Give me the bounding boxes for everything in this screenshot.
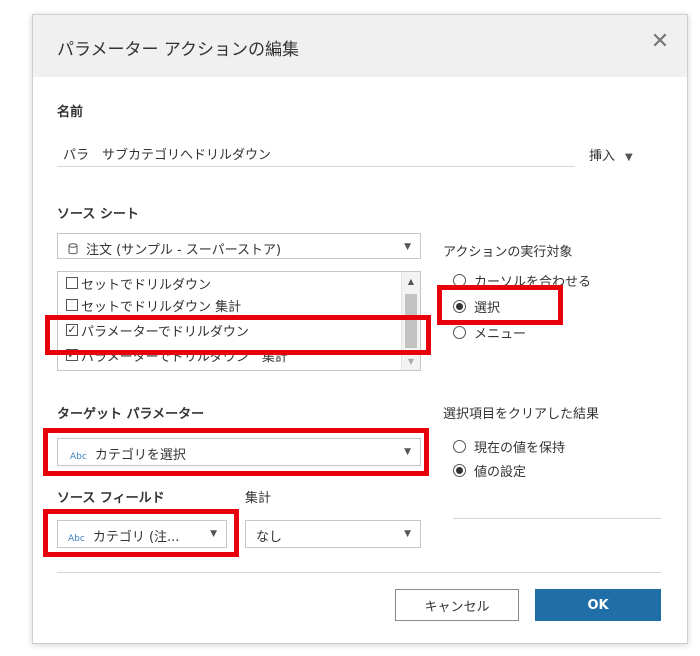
checkbox[interactable]	[66, 277, 78, 289]
divider	[453, 518, 661, 519]
cancel-button[interactable]: キャンセル	[395, 589, 519, 621]
radio-button[interactable]	[453, 440, 466, 453]
checkbox[interactable]	[66, 299, 78, 311]
radio-keep-current[interactable]: 現在の値を保持	[453, 437, 565, 456]
chevron-down-icon: ▼	[210, 529, 217, 539]
scroll-down-icon[interactable]: ▼	[402, 354, 420, 370]
target-parameter-select[interactable]: Abc カテゴリを選択 ▼	[57, 438, 421, 466]
source-sheet-list: セットでドリルダウン セットでドリルダウン 集計 ✓ パラメーターでドリルダウン…	[57, 271, 421, 371]
sheet-item[interactable]: セットでドリルダウン	[66, 273, 211, 293]
chevron-down-icon: ▼	[404, 447, 411, 457]
radio-button[interactable]	[453, 326, 466, 339]
source-field-select[interactable]: Abc カテゴリ (注... ▼	[57, 520, 227, 548]
source-sheets-label: ソース シート	[57, 207, 139, 222]
sheet-item[interactable]: セットでドリルダウン 集計	[66, 295, 241, 315]
dialog-title: パラメーター アクションの編集	[57, 40, 300, 60]
checkbox[interactable]: ✓	[66, 349, 78, 361]
checkbox[interactable]: ✓	[66, 324, 78, 336]
name-label: 名前	[57, 105, 84, 120]
target-parameter-label: ターゲット パラメーター	[57, 407, 205, 422]
aggregation-value: なし	[256, 530, 283, 545]
radio-label: 現在の値を保持	[474, 441, 566, 456]
sheet-item-label: パラメーターでドリルダウン 集計	[81, 349, 288, 365]
database-icon	[68, 243, 78, 255]
string-type-icon: Abc	[70, 452, 87, 462]
source-field-label: ソース フィールド	[57, 491, 165, 506]
divider	[57, 572, 661, 573]
list-scrollbar[interactable]: ▲ ▼	[401, 272, 420, 370]
radio-hover[interactable]: カーソルを合わせる	[453, 271, 591, 290]
radio-button[interactable]	[453, 300, 466, 313]
insert-menu-button[interactable]: 挿入 ▼	[589, 145, 633, 164]
close-icon[interactable]: ✕	[649, 31, 671, 53]
datasource-value: 注文 (サンプル - スーパーストア)	[86, 243, 282, 258]
source-field-value: カテゴリ (注...	[92, 530, 180, 545]
name-input[interactable]	[57, 141, 575, 167]
sheet-item[interactable]: ✓ パラメーターでドリルダウン	[66, 320, 249, 340]
radio-label: 値の設定	[474, 465, 527, 480]
radio-button[interactable]	[453, 274, 466, 287]
clearing-selection-label: 選択項目をクリアした結果	[443, 407, 600, 422]
string-type-icon: Abc	[68, 534, 85, 544]
run-action-on-label: アクションの実行対象	[443, 245, 573, 260]
ok-button[interactable]: OK	[535, 589, 661, 621]
dialog-titlebar: パラメーター アクションの編集 ✕	[33, 15, 687, 77]
radio-button[interactable]	[453, 464, 466, 477]
sheet-item-label: パラメーターでドリルダウン	[81, 324, 249, 340]
radio-label: カーソルを合わせる	[474, 275, 592, 290]
radio-label: メニュー	[474, 327, 527, 342]
sheet-item[interactable]: ✓ パラメーターでドリルダウン 集計	[66, 345, 288, 365]
scroll-thumb[interactable]	[405, 294, 417, 348]
sheet-item-label: セットでドリルダウン 集計	[81, 299, 242, 315]
radio-menu[interactable]: メニュー	[453, 323, 526, 342]
scroll-up-icon[interactable]: ▲	[402, 274, 420, 290]
radio-select[interactable]: 選択	[453, 297, 500, 316]
chevron-down-icon: ▼	[404, 529, 411, 539]
edit-parameter-action-dialog: パラメーター アクションの編集 ✕ 名前 挿入 ▼ ソース シート 注文 (サンプ…	[32, 14, 688, 644]
insert-label: 挿入	[589, 149, 616, 164]
datasource-select[interactable]: 注文 (サンプル - スーパーストア) ▼	[57, 233, 421, 259]
chevron-down-icon: ▼	[404, 242, 411, 252]
chevron-down-icon: ▼	[625, 152, 633, 163]
target-parameter-value: カテゴリを選択	[94, 448, 186, 463]
aggregation-label: 集計	[245, 491, 272, 506]
aggregation-select[interactable]: なし ▼	[245, 520, 421, 548]
radio-label: 選択	[474, 301, 501, 316]
radio-set-value[interactable]: 値の設定	[453, 461, 526, 480]
sheet-item-label: セットでドリルダウン	[81, 277, 212, 293]
